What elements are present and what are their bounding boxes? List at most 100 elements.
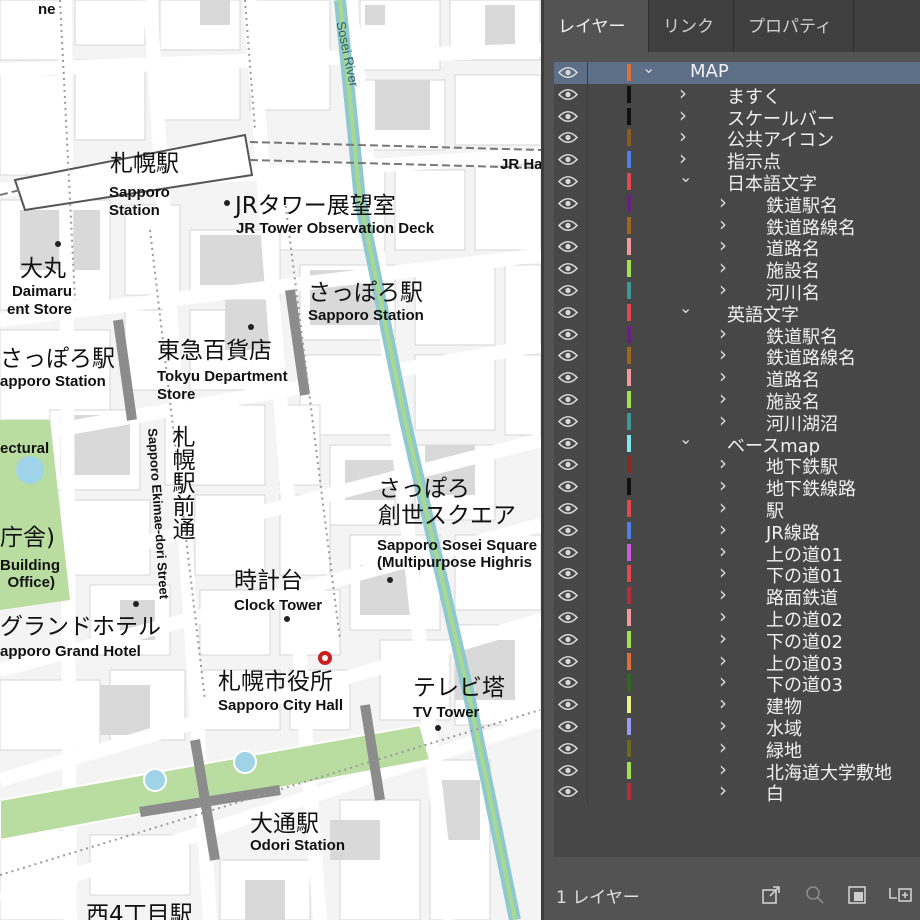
- layer-row[interactable]: › 建物: [554, 691, 920, 718]
- layer-row[interactable]: › JR線路: [554, 517, 920, 544]
- layer-row[interactable]: › ますく: [554, 81, 920, 108]
- layer-row[interactable]: › スケールバー: [554, 103, 920, 130]
- tab-layers[interactable]: レイヤー: [544, 0, 649, 52]
- chevron-right-icon[interactable]: ›: [719, 626, 727, 650]
- chevron-right-icon[interactable]: ›: [719, 473, 727, 497]
- layer-row[interactable]: › 上の道01: [554, 539, 920, 566]
- layer-row[interactable]: › 指示点: [554, 146, 920, 173]
- visibility-eye-icon[interactable]: [558, 88, 578, 101]
- chevron-right-icon[interactable]: ›: [719, 560, 727, 584]
- visibility-eye-icon[interactable]: [558, 284, 578, 297]
- visibility-eye-icon[interactable]: [558, 131, 578, 144]
- chevron-right-icon[interactable]: ›: [719, 255, 727, 279]
- visibility-eye-icon[interactable]: [558, 480, 578, 493]
- visibility-eye-icon[interactable]: [558, 764, 578, 777]
- visibility-eye-icon[interactable]: [558, 197, 578, 210]
- chevron-down-icon[interactable]: ⌄: [642, 58, 655, 77]
- visibility-eye-icon[interactable]: [558, 306, 578, 319]
- chevron-right-icon[interactable]: ›: [719, 277, 727, 301]
- visibility-eye-icon[interactable]: [558, 349, 578, 362]
- chevron-right-icon[interactable]: ›: [719, 233, 727, 257]
- chevron-down-icon[interactable]: ⌄: [679, 167, 692, 186]
- layer-row[interactable]: › 地下鉄駅: [554, 451, 920, 478]
- visibility-eye-icon[interactable]: [558, 66, 578, 79]
- layer-row[interactable]: › 施設名: [554, 255, 920, 282]
- visibility-eye-icon[interactable]: [558, 371, 578, 384]
- visibility-eye-icon[interactable]: [558, 785, 578, 798]
- visibility-eye-icon[interactable]: [558, 546, 578, 559]
- visibility-eye-icon[interactable]: [558, 698, 578, 711]
- clip-mask-icon[interactable]: [846, 884, 868, 906]
- layer-row[interactable]: › 路面鉄道: [554, 582, 920, 609]
- chevron-right-icon[interactable]: ›: [719, 451, 727, 475]
- search-icon[interactable]: [804, 884, 826, 906]
- layer-row[interactable]: › 河川名: [554, 277, 920, 304]
- chevron-right-icon[interactable]: ›: [719, 321, 727, 345]
- chevron-right-icon[interactable]: ›: [719, 691, 727, 715]
- layer-row[interactable]: › 鉄道駅名: [554, 321, 920, 348]
- visibility-eye-icon[interactable]: [558, 219, 578, 232]
- visibility-eye-icon[interactable]: [558, 437, 578, 450]
- visibility-eye-icon[interactable]: [558, 633, 578, 646]
- layer-row[interactable]: › 北海道大学敷地: [554, 757, 920, 784]
- chevron-right-icon[interactable]: ›: [679, 81, 687, 105]
- chevron-right-icon[interactable]: ›: [719, 778, 727, 802]
- layer-row[interactable]: › 鉄道駅名: [554, 190, 920, 217]
- layer-row[interactable]: › 下の道01: [554, 560, 920, 587]
- visibility-eye-icon[interactable]: [558, 655, 578, 668]
- chevron-right-icon[interactable]: ›: [719, 495, 727, 519]
- chevron-right-icon[interactable]: ›: [719, 757, 727, 781]
- tab-links[interactable]: リンク: [649, 0, 734, 52]
- visibility-eye-icon[interactable]: [558, 524, 578, 537]
- visibility-eye-icon[interactable]: [558, 502, 578, 515]
- map-canvas[interactable]: ne Sosei River 札幌駅 Sapporo Station JR Ha…: [0, 0, 541, 920]
- visibility-eye-icon[interactable]: [558, 110, 578, 123]
- layer-row[interactable]: ⌄ 英語文字: [554, 298, 920, 326]
- layer-row[interactable]: › 白: [554, 778, 920, 805]
- chevron-right-icon[interactable]: ›: [719, 713, 727, 737]
- visibility-eye-icon[interactable]: [558, 175, 578, 188]
- chevron-right-icon[interactable]: ›: [679, 124, 687, 148]
- visibility-eye-icon[interactable]: [558, 567, 578, 580]
- layer-row[interactable]: › 道路名: [554, 364, 920, 391]
- layer-row[interactable]: › 駅: [554, 495, 920, 522]
- layer-row[interactable]: ⌄ MAP: [554, 58, 920, 84]
- visibility-eye-icon[interactable]: [558, 458, 578, 471]
- visibility-eye-icon[interactable]: [558, 742, 578, 755]
- layer-row[interactable]: › 緑地: [554, 735, 920, 762]
- chevron-right-icon[interactable]: ›: [719, 669, 727, 693]
- chevron-right-icon[interactable]: ›: [719, 386, 727, 410]
- visibility-eye-icon[interactable]: [558, 676, 578, 689]
- chevron-right-icon[interactable]: ›: [679, 103, 687, 127]
- layer-row[interactable]: › 道路名: [554, 233, 920, 260]
- chevron-right-icon[interactable]: ›: [719, 604, 727, 628]
- layer-row[interactable]: ⌄ ベースmap: [554, 429, 920, 457]
- layer-row[interactable]: ⌄ 日本語文字: [554, 167, 920, 195]
- tab-properties[interactable]: プロパティ: [734, 0, 854, 52]
- chevron-right-icon[interactable]: ›: [719, 648, 727, 672]
- layer-row[interactable]: › 上の道02: [554, 604, 920, 631]
- layer-row[interactable]: › 水域: [554, 713, 920, 740]
- visibility-eye-icon[interactable]: [558, 393, 578, 406]
- visibility-eye-icon[interactable]: [558, 240, 578, 253]
- layer-row[interactable]: › 河川湖沼: [554, 408, 920, 435]
- chevron-down-icon[interactable]: ⌄: [679, 298, 692, 317]
- layer-row[interactable]: › 下の道03: [554, 669, 920, 696]
- chevron-right-icon[interactable]: ›: [719, 212, 727, 236]
- chevron-right-icon[interactable]: ›: [719, 190, 727, 214]
- visibility-eye-icon[interactable]: [558, 153, 578, 166]
- layer-row[interactable]: › 公共アイコン: [554, 124, 920, 151]
- layer-row[interactable]: › 地下鉄線路: [554, 473, 920, 500]
- chevron-right-icon[interactable]: ›: [719, 582, 727, 606]
- new-sublayer-icon[interactable]: [888, 884, 914, 906]
- chevron-right-icon[interactable]: ›: [719, 342, 727, 366]
- visibility-eye-icon[interactable]: [558, 262, 578, 275]
- chevron-right-icon[interactable]: ›: [719, 539, 727, 563]
- visibility-eye-icon[interactable]: [558, 328, 578, 341]
- visibility-eye-icon[interactable]: [558, 611, 578, 624]
- visibility-eye-icon[interactable]: [558, 589, 578, 602]
- export-icon[interactable]: [760, 884, 782, 906]
- chevron-right-icon[interactable]: ›: [719, 408, 727, 432]
- chevron-right-icon[interactable]: ›: [719, 517, 727, 541]
- chevron-down-icon[interactable]: ⌄: [679, 429, 692, 448]
